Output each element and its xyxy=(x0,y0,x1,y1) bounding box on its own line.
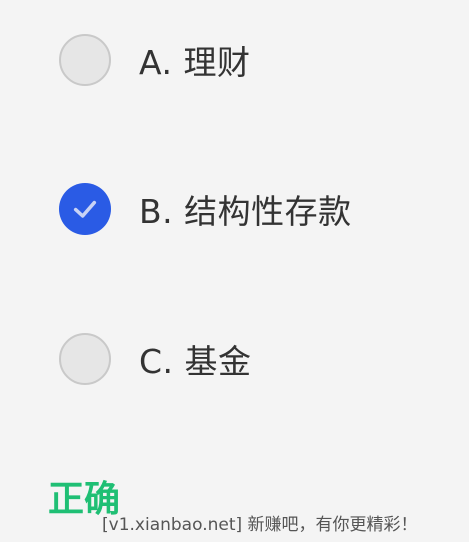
watermark: [v1.xianbao.net] 新赚吧，有你更精彩！ xyxy=(102,515,418,535)
option-a-label: A. 理财 xyxy=(139,43,251,82)
option-c-label: C. 基金 xyxy=(139,342,252,381)
radio-selected[interactable] xyxy=(59,183,111,235)
check-icon xyxy=(73,200,97,218)
option-c[interactable]: C. 基金 xyxy=(59,331,252,387)
radio-unselected[interactable] xyxy=(59,333,111,385)
option-a[interactable]: A. 理财 xyxy=(59,32,250,88)
radio-unselected[interactable] xyxy=(59,34,111,86)
option-b-label: B. 结构性存款 xyxy=(139,192,352,231)
option-b[interactable]: B. 结构性存款 xyxy=(59,181,352,237)
